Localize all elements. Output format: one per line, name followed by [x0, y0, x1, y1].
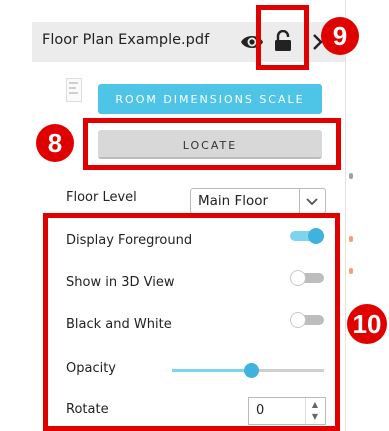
edge-marker: [349, 236, 353, 242]
room-dimensions-scale-button[interactable]: ROOM DIMENSIONS SCALE: [98, 84, 322, 114]
annotation-box-settings: [43, 213, 340, 431]
annotation-badge-8: 8: [36, 124, 74, 162]
chevron-down-icon[interactable]: [299, 189, 324, 213]
thumbnail-line: [69, 87, 76, 89]
file-name: Floor Plan Example.pdf: [42, 32, 210, 48]
floor-level-label: Floor Level: [66, 190, 137, 205]
edge-marker: [349, 173, 353, 179]
annotation-badge-10: 10: [347, 304, 387, 344]
annotation-box-lock: [256, 5, 309, 70]
annotation-badge-9: 9: [321, 17, 359, 55]
pdf-thumbnail: [66, 78, 82, 102]
floor-level-select[interactable]: Main Floor: [190, 188, 326, 214]
floor-level-value: Main Floor: [198, 193, 269, 209]
annotation-box-locate: [83, 118, 341, 170]
thumbnail-line: [69, 92, 78, 94]
thumbnail-line: [69, 82, 78, 84]
edge-marker: [349, 268, 353, 274]
